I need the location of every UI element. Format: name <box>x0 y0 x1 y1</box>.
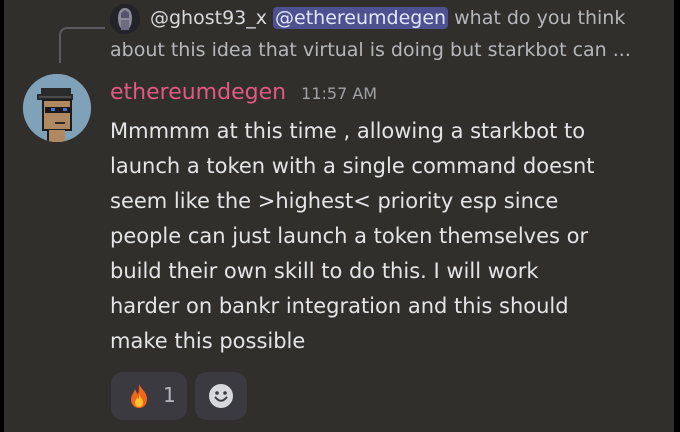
message-panel: @ghost93_x @ethereumdegen what do you th… <box>4 0 674 432</box>
reply-preview-text: what do you think <box>448 7 626 29</box>
message-header: ethereumdegen 11:57 AM <box>110 80 377 105</box>
reply-mention[interactable]: @ethereumdegen <box>273 7 449 29</box>
message-timestamp[interactable]: 11:57 AM <box>301 84 377 103</box>
punk-avatar-icon <box>23 74 91 142</box>
reaction-fire[interactable]: 1 <box>111 372 187 420</box>
reply-avatar[interactable] <box>110 4 140 34</box>
message-line: Mmmmm at this time , allowing a starkbot… <box>110 119 586 143</box>
author-avatar[interactable] <box>23 74 91 142</box>
message-line: make this possible <box>110 329 306 353</box>
screenshot-frame: @ghost93_x @ethereumdegen what do you th… <box>0 0 680 432</box>
message-line: harder on bankr integration and this sho… <box>110 294 569 318</box>
message-line: launch a token with a single command doe… <box>110 154 595 178</box>
author-name[interactable]: ethereumdegen <box>110 80 286 105</box>
smile-icon <box>209 384 233 408</box>
reply-preview-continuation: about this idea that virtual is doing bu… <box>110 39 631 61</box>
reaction-count: 1 <box>163 383 176 407</box>
add-reaction-button[interactable] <box>195 372 247 420</box>
message-line: build their own skill to do this. I will… <box>110 259 539 283</box>
ghost-avatar-icon <box>110 4 140 34</box>
message-content: Mmmmm at this time , allowing a starkbot… <box>110 114 670 359</box>
message-line: people can just launch a token themselve… <box>110 224 589 248</box>
reply-preview-line-1[interactable]: @ghost93_x @ethereumdegen what do you th… <box>150 4 670 32</box>
reply-preview-line-2[interactable]: about this idea that virtual is doing bu… <box>110 36 670 64</box>
reply-connector <box>59 27 105 63</box>
reply-username[interactable]: @ghost93_x <box>150 7 267 29</box>
fire-icon <box>131 384 147 408</box>
message-line: seem like the >highest< priority esp sin… <box>110 189 559 213</box>
